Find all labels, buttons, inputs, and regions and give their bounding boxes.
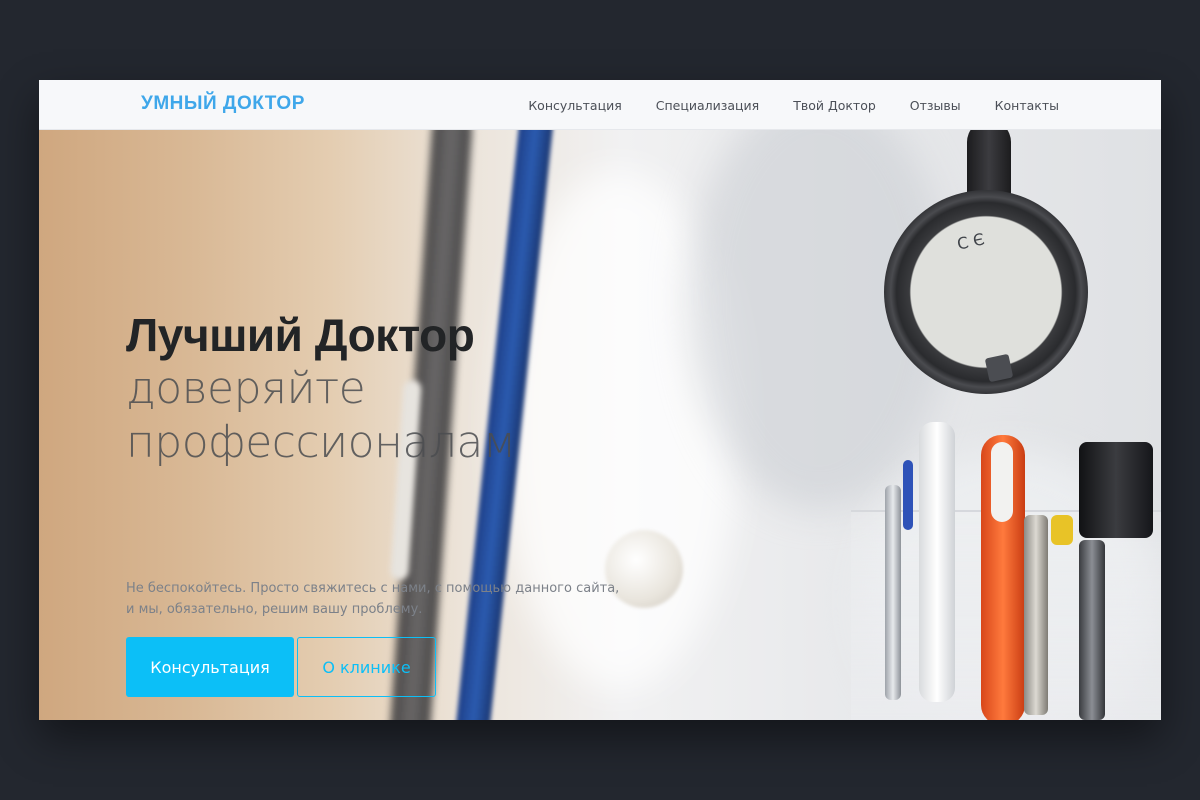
pen-dark [1079,442,1153,538]
pen-blue [903,460,913,530]
hero-subtitle-line1: доверяйте [126,363,366,414]
about-clinic-button[interactable]: О клинике [297,637,436,697]
hero-subtitle-line2: профессионалам [126,417,516,468]
stethoscope-logo-icon [984,353,1014,383]
pen-white [919,422,955,702]
hero-description-line1: Не беспокойтесь. Просто свяжитесь с нами… [126,581,620,596]
pen-yellow [1051,515,1073,545]
nav-menu: Консультация Специализация Твой Доктор О… [494,80,1059,130]
nav-link-reviews[interactable]: Отзывы [910,98,961,113]
hero-section: С Є Лучший Доктор доверяйте профессионал… [39,130,1161,720]
hero-title: Лучший Доктор [126,309,475,361]
consultation-button[interactable]: Консультация [126,637,294,697]
hero-description-line2: и мы, обязательно, решим вашу проблему. [126,602,423,617]
nav-link-your-doctor[interactable]: Твой Доктор [793,98,876,113]
nav-link-specialization[interactable]: Специализация [656,98,759,113]
hero-description: Не беспокойтесь. Просто свяжитесь с нами… [126,578,620,620]
brand-logo[interactable]: УМНЫЙ ДОКТОР [141,93,305,115]
nav-link-consultation[interactable]: Консультация [528,98,621,113]
pen-silver [885,485,901,700]
top-navbar: УМНЫЙ ДОКТОР Консультация Специализация … [39,80,1161,130]
coat-button [605,530,683,608]
pen-metal [1024,515,1048,715]
nav-link-contacts[interactable]: Контакты [995,98,1059,113]
hero-heading: Лучший Доктор доверяйте профессионалам [126,308,516,470]
website-frame: УМНЫЙ ДОКТОР Консультация Специализация … [39,80,1161,720]
